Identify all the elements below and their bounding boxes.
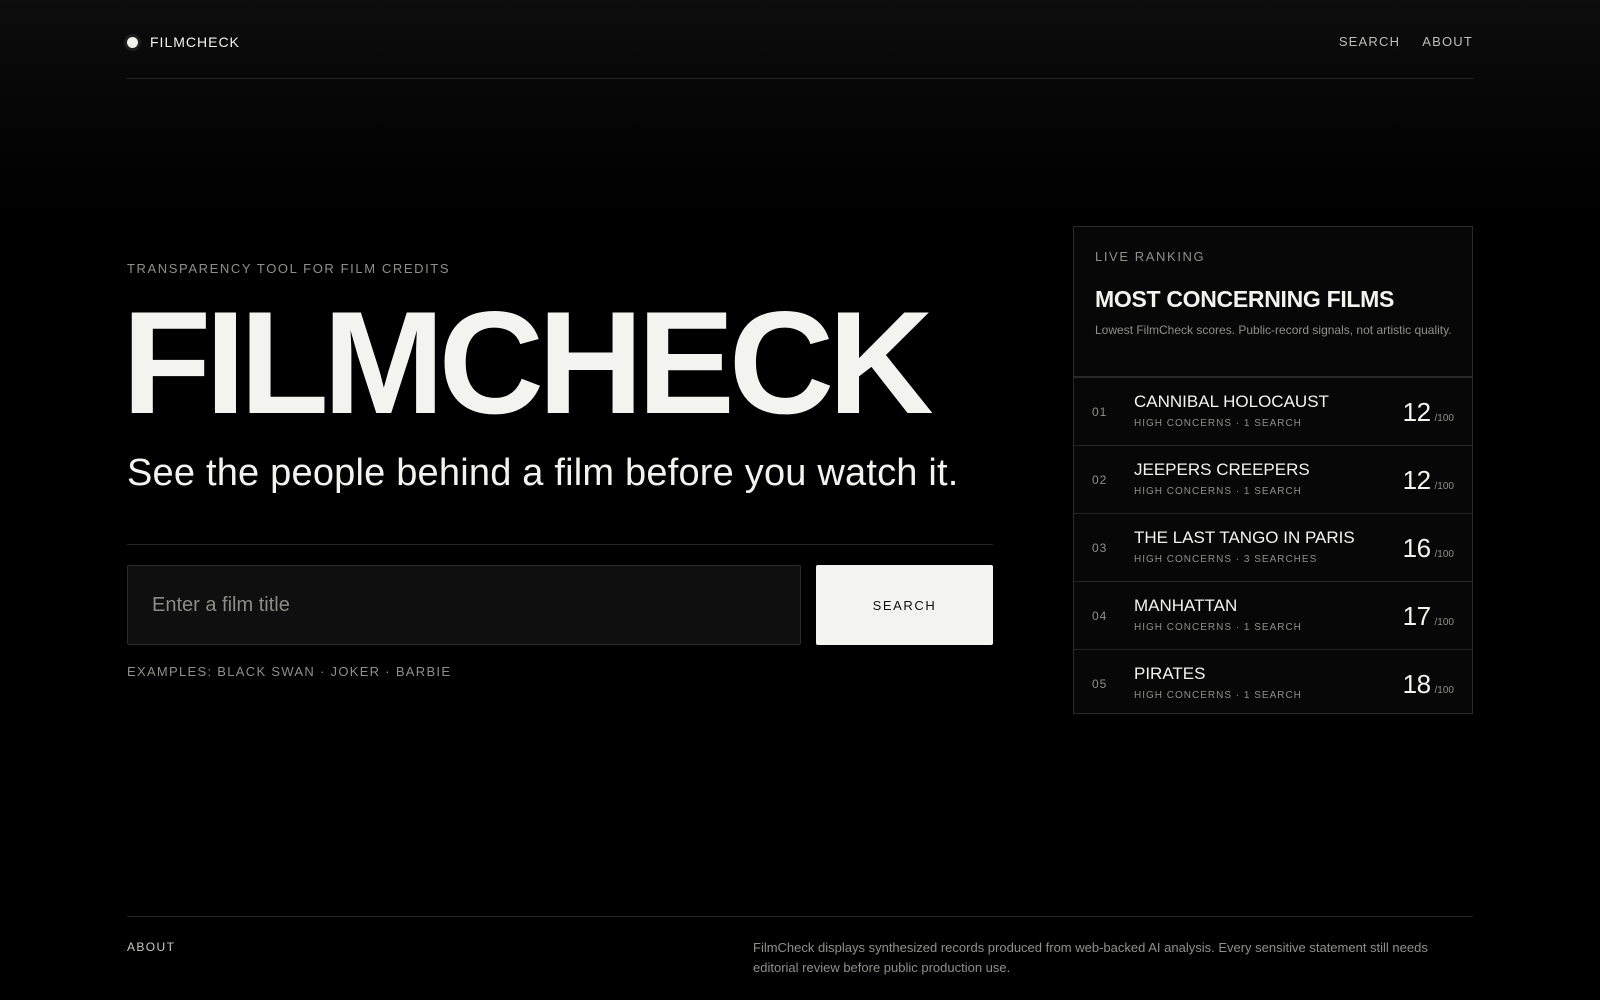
hero-tagline: See the people behind a film before you … bbox=[127, 452, 959, 494]
score-value: 17 bbox=[1402, 601, 1431, 631]
film-meta: HIGH CONCERNS · 3 SEARCHES bbox=[1134, 554, 1318, 565]
ranking-row[interactable]: 01 CANNIBAL HOLOCAUST HIGH CONCERNS · 1 … bbox=[1074, 378, 1472, 446]
main-nav: SEARCH ABOUT bbox=[1339, 34, 1473, 49]
search-button[interactable]: SEARCH bbox=[816, 565, 993, 645]
ranking-title: MOST CONCERNING FILMS bbox=[1095, 286, 1395, 312]
hero-eyebrow: TRANSPARENCY TOOL FOR FILM CREDITS bbox=[127, 261, 451, 276]
hero-title: FILMCHECK bbox=[122, 281, 934, 444]
film-score: 16 /100 bbox=[1403, 533, 1454, 564]
ranking-row[interactable]: 03 THE LAST TANGO IN PARIS HIGH CONCERNS… bbox=[1074, 514, 1472, 582]
film-meta: HIGH CONCERNS · 1 SEARCH bbox=[1134, 418, 1302, 429]
nav-search-link[interactable]: SEARCH bbox=[1339, 34, 1400, 49]
footer-about-label: ABOUT bbox=[127, 940, 176, 954]
ranking-row[interactable]: 05 PIRATES HIGH CONCERNS · 1 SEARCH 18 /… bbox=[1074, 650, 1472, 717]
search-examples: EXAMPLES: BLACK SWAN · JOKER · BARBIE bbox=[127, 664, 452, 679]
rank-number: 04 bbox=[1092, 609, 1108, 623]
rank-number: 05 bbox=[1092, 677, 1108, 691]
ranking-panel-header: LIVE RANKING MOST CONCERNING FILMS Lowes… bbox=[1074, 227, 1472, 378]
rank-number: 03 bbox=[1092, 541, 1108, 555]
ranking-list: 01 CANNIBAL HOLOCAUST HIGH CONCERNS · 1 … bbox=[1074, 378, 1472, 717]
film-score: 18 /100 bbox=[1403, 669, 1454, 700]
rank-number: 02 bbox=[1092, 473, 1108, 487]
score-max: /100 bbox=[1434, 549, 1454, 560]
film-meta: HIGH CONCERNS · 1 SEARCH bbox=[1134, 690, 1302, 701]
score-value: 18 bbox=[1402, 669, 1431, 699]
score-value: 12 bbox=[1402, 465, 1431, 495]
site-header: FILMCHECK SEARCH ABOUT bbox=[127, 0, 1473, 79]
film-score: 12 /100 bbox=[1403, 465, 1454, 496]
film-score: 17 /100 bbox=[1403, 601, 1454, 632]
ranking-description: Lowest FilmCheck scores. Public-record s… bbox=[1095, 323, 1452, 337]
film-meta: HIGH CONCERNS · 1 SEARCH bbox=[1134, 486, 1302, 497]
score-max: /100 bbox=[1434, 617, 1454, 628]
page: FILMCHECK SEARCH ABOUT TRANSPARENCY TOOL… bbox=[0, 0, 1600, 1000]
ranking-eyebrow: LIVE RANKING bbox=[1095, 249, 1206, 264]
film-title: MANHATTAN bbox=[1134, 596, 1238, 615]
film-meta: HIGH CONCERNS · 1 SEARCH bbox=[1134, 622, 1302, 633]
rank-number: 01 bbox=[1092, 405, 1108, 419]
film-score: 12 /100 bbox=[1403, 397, 1454, 428]
ranking-panel: LIVE RANKING MOST CONCERNING FILMS Lowes… bbox=[1073, 226, 1473, 714]
score-max: /100 bbox=[1434, 685, 1454, 696]
dot-logo-icon bbox=[127, 36, 138, 48]
film-title: PIRATES bbox=[1134, 664, 1206, 683]
score-max: /100 bbox=[1434, 413, 1454, 424]
brand-name: FILMCHECK bbox=[150, 34, 240, 50]
footer-divider bbox=[127, 916, 1473, 917]
score-max: /100 bbox=[1434, 481, 1454, 492]
nav-about-link[interactable]: ABOUT bbox=[1422, 34, 1473, 49]
ranking-row[interactable]: 02 JEEPERS CREEPERS HIGH CONCERNS · 1 SE… bbox=[1074, 446, 1472, 514]
film-title: THE LAST TANGO IN PARIS bbox=[1134, 528, 1355, 547]
brand[interactable]: FILMCHECK bbox=[127, 34, 240, 50]
score-value: 16 bbox=[1402, 533, 1431, 563]
film-title: CANNIBAL HOLOCAUST bbox=[1134, 392, 1329, 411]
ranking-row[interactable]: 04 MANHATTAN HIGH CONCERNS · 1 SEARCH 17… bbox=[1074, 582, 1472, 650]
film-title: JEEPERS CREEPERS bbox=[1134, 460, 1310, 479]
film-search-input[interactable] bbox=[127, 565, 801, 645]
score-value: 12 bbox=[1402, 397, 1431, 427]
hero-divider bbox=[127, 544, 993, 545]
footer-disclaimer: FilmCheck displays synthesized records p… bbox=[753, 940, 1428, 975]
